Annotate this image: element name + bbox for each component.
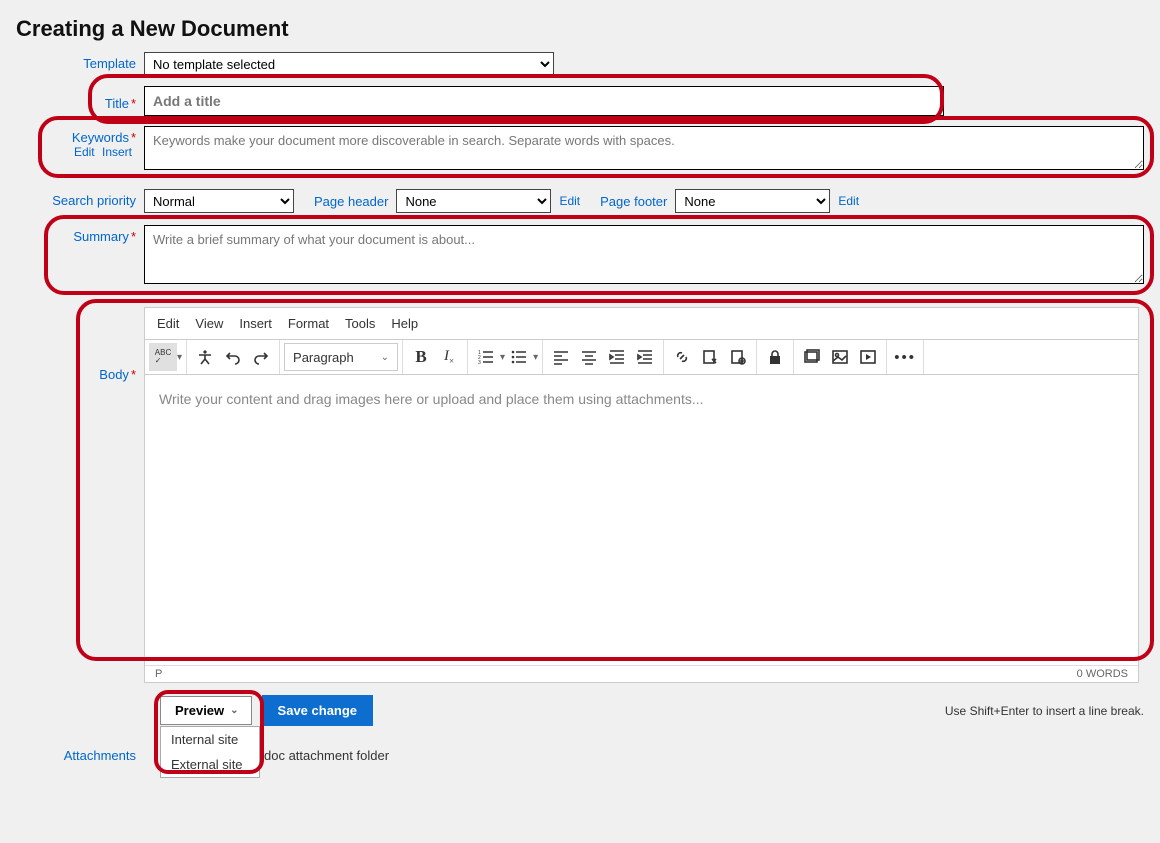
editor-menu-view[interactable]: View xyxy=(195,316,223,331)
accessibility-icon[interactable] xyxy=(191,343,219,371)
search-priority-select[interactable]: Normal xyxy=(144,189,294,213)
image-icon[interactable] xyxy=(826,343,854,371)
editor-wordcount: 0 WORDS xyxy=(1077,668,1128,680)
editor-content-area[interactable]: Write your content and drag images here … xyxy=(145,375,1138,665)
summary-label: Summary* xyxy=(16,225,144,244)
save-button[interactable]: Save change xyxy=(262,695,374,726)
align-left-icon[interactable] xyxy=(547,343,575,371)
page-header-edit-link[interactable]: Edit xyxy=(559,194,580,208)
attachments-label: Attachments xyxy=(16,744,144,763)
editor-menu-insert[interactable]: Insert xyxy=(239,316,272,331)
title-label: Title* xyxy=(16,92,144,111)
clear-format-icon[interactable]: I× xyxy=(435,343,463,371)
svg-text:3: 3 xyxy=(478,360,481,365)
editor-path: P xyxy=(155,668,162,680)
outdent-icon[interactable] xyxy=(603,343,631,371)
preview-dropdown: Internal site External site xyxy=(160,726,260,778)
keywords-edit-link[interactable]: Edit xyxy=(74,145,95,159)
page-title: Creating a New Document xyxy=(0,0,1160,52)
bold-icon[interactable]: B xyxy=(407,343,435,371)
editor-menu-format[interactable]: Format xyxy=(288,316,329,331)
body-editor: Edit View Insert Format Tools Help ABC✓ … xyxy=(144,307,1139,683)
chevron-down-icon: ⌄ xyxy=(230,705,238,716)
summary-textarea[interactable] xyxy=(144,225,1144,284)
spellcheck-icon[interactable]: ABC✓ xyxy=(149,343,177,371)
page-header-label: Page header xyxy=(314,194,388,209)
keywords-label: Keywords* Edit Insert xyxy=(16,126,144,159)
editor-menu-tools[interactable]: Tools xyxy=(345,316,375,331)
video-icon[interactable] xyxy=(854,343,882,371)
template-select[interactable]: No template selected xyxy=(144,52,554,76)
redo-icon[interactable] xyxy=(247,343,275,371)
title-input[interactable] xyxy=(144,86,944,116)
linebreak-hint: Use Shift+Enter to insert a line break. xyxy=(945,704,1144,718)
paragraph-style-select[interactable]: Paragraph⌄ xyxy=(284,343,398,371)
bullet-list-icon[interactable] xyxy=(505,343,533,371)
preview-button[interactable]: Preview ⌄ xyxy=(160,696,252,725)
spellcheck-dropdown-icon[interactable]: ▾ xyxy=(177,352,182,363)
indent-icon[interactable] xyxy=(631,343,659,371)
editor-statusbar: P 0 WORDS xyxy=(145,665,1138,682)
image-gallery-icon[interactable] xyxy=(798,343,826,371)
search-priority-label: Search priority xyxy=(16,189,144,208)
keywords-textarea[interactable] xyxy=(144,126,1144,170)
align-center-icon[interactable] xyxy=(575,343,603,371)
bullist-dropdown-icon[interactable]: ▾ xyxy=(533,352,538,363)
preview-option-external[interactable]: External site xyxy=(161,752,259,777)
lock-icon[interactable] xyxy=(761,343,789,371)
page-footer-edit-link[interactable]: Edit xyxy=(838,194,859,208)
editor-menu-help[interactable]: Help xyxy=(391,316,418,331)
editor-menu-edit[interactable]: Edit xyxy=(157,316,179,331)
body-label: Body* xyxy=(16,307,144,382)
numbered-list-icon[interactable]: 123 xyxy=(472,343,500,371)
document-link-icon[interactable] xyxy=(724,343,752,371)
editor-toolbar: ABC✓ ▾ xyxy=(145,339,1138,375)
attachments-folder-text: doc attachment folder xyxy=(264,748,389,763)
edit-link-icon[interactable] xyxy=(696,343,724,371)
undo-icon[interactable] xyxy=(219,343,247,371)
keywords-insert-link[interactable]: Insert xyxy=(102,145,132,159)
more-icon[interactable]: ••• xyxy=(891,343,919,371)
page-footer-select[interactable]: None xyxy=(675,189,830,213)
preview-option-internal[interactable]: Internal site xyxy=(161,727,259,752)
editor-menubar: Edit View Insert Format Tools Help xyxy=(145,308,1138,339)
link-icon[interactable] xyxy=(668,343,696,371)
template-label: Template xyxy=(16,52,144,71)
page-footer-label: Page footer xyxy=(600,194,667,209)
page-header-select[interactable]: None xyxy=(396,189,551,213)
